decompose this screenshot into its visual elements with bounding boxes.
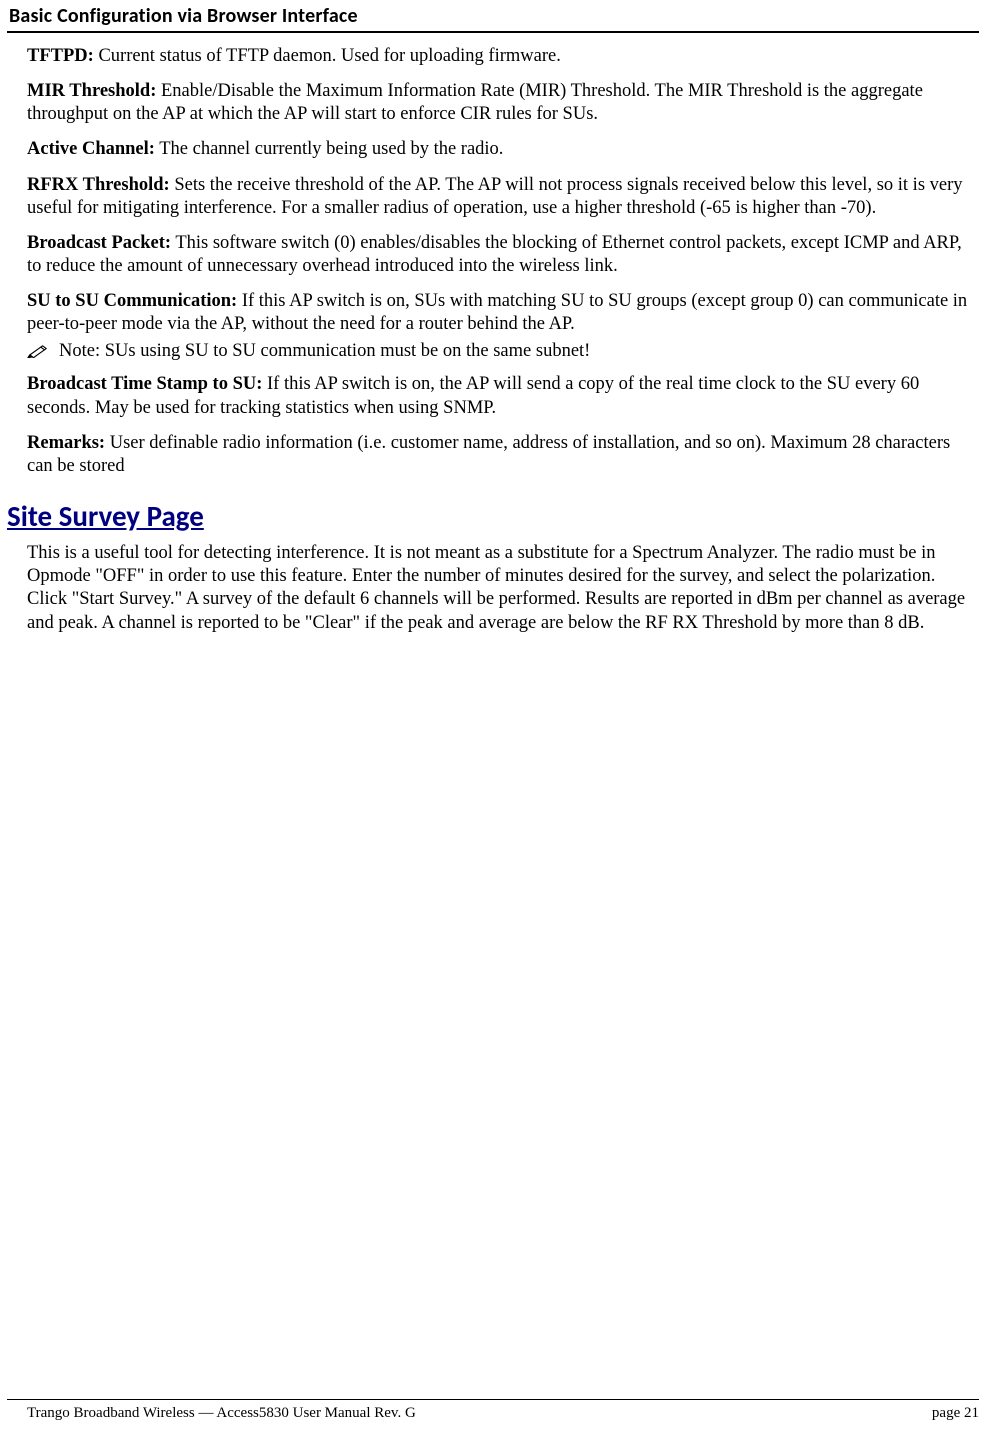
footer-row: Trango Broadband Wireless — Access5830 U… <box>7 1400 979 1423</box>
definition-broadcast-time-stamp: Broadcast Time Stamp to SU: If this AP s… <box>27 373 979 419</box>
footer: Trango Broadband Wireless — Access5830 U… <box>7 1399 979 1423</box>
definition-term: RFRX Threshold: <box>27 175 170 195</box>
page: Basic Configuration via Browser Interfac… <box>0 4 1007 1445</box>
definition-rfrx-threshold: RFRX Threshold: Sets the receive thresho… <box>27 174 979 220</box>
definition-term: Active Channel: <box>27 139 155 159</box>
definition-body: Current status of TFTP daemon. Used for … <box>94 46 561 66</box>
note-body: SUs using SU to SU communication must be… <box>100 341 590 361</box>
definition-su-to-su: SU to SU Communication: If this AP switc… <box>27 290 979 336</box>
footer-right: page 21 <box>932 1404 979 1423</box>
pencil-icon <box>27 344 49 360</box>
content-area: TFTPD: Current status of TFTP daemon. Us… <box>7 33 979 635</box>
definition-term: Broadcast Time Stamp to SU: <box>27 374 262 394</box>
definition-body: The channel currently being used by the … <box>155 139 503 159</box>
definition-term: Remarks: <box>27 433 105 453</box>
footer-left: Trango Broadband Wireless — Access5830 U… <box>27 1404 416 1423</box>
definition-term: MIR Threshold: <box>27 81 156 101</box>
note-row: Note: SUs using SU to SU communication m… <box>27 340 979 363</box>
definition-tftpd: TFTPD: Current status of TFTP daemon. Us… <box>27 45 979 68</box>
definition-body: User definable radio information (i.e. c… <box>27 433 950 476</box>
definition-term: TFTPD: <box>27 46 94 66</box>
running-header: Basic Configuration via Browser Interfac… <box>9 4 979 29</box>
note-text: Note: SUs using SU to SU communication m… <box>59 340 590 363</box>
note-label: Note: <box>59 341 100 361</box>
section-body: This is a useful tool for detecting inte… <box>27 542 979 635</box>
definition-body: Enable/Disable the Maximum Information R… <box>27 81 923 124</box>
definition-broadcast-packet: Broadcast Packet: This software switch (… <box>27 232 979 278</box>
definition-active-channel: Active Channel: The channel currently be… <box>27 138 979 161</box>
definition-term: Broadcast Packet: <box>27 233 171 253</box>
definition-remarks: Remarks: User definable radio informatio… <box>27 432 979 478</box>
definition-term: SU to SU Communication: <box>27 291 237 311</box>
section-heading-site-survey: Site Survey Page <box>7 498 979 534</box>
definition-mir-threshold: MIR Threshold: Enable/Disable the Maximu… <box>27 80 979 126</box>
